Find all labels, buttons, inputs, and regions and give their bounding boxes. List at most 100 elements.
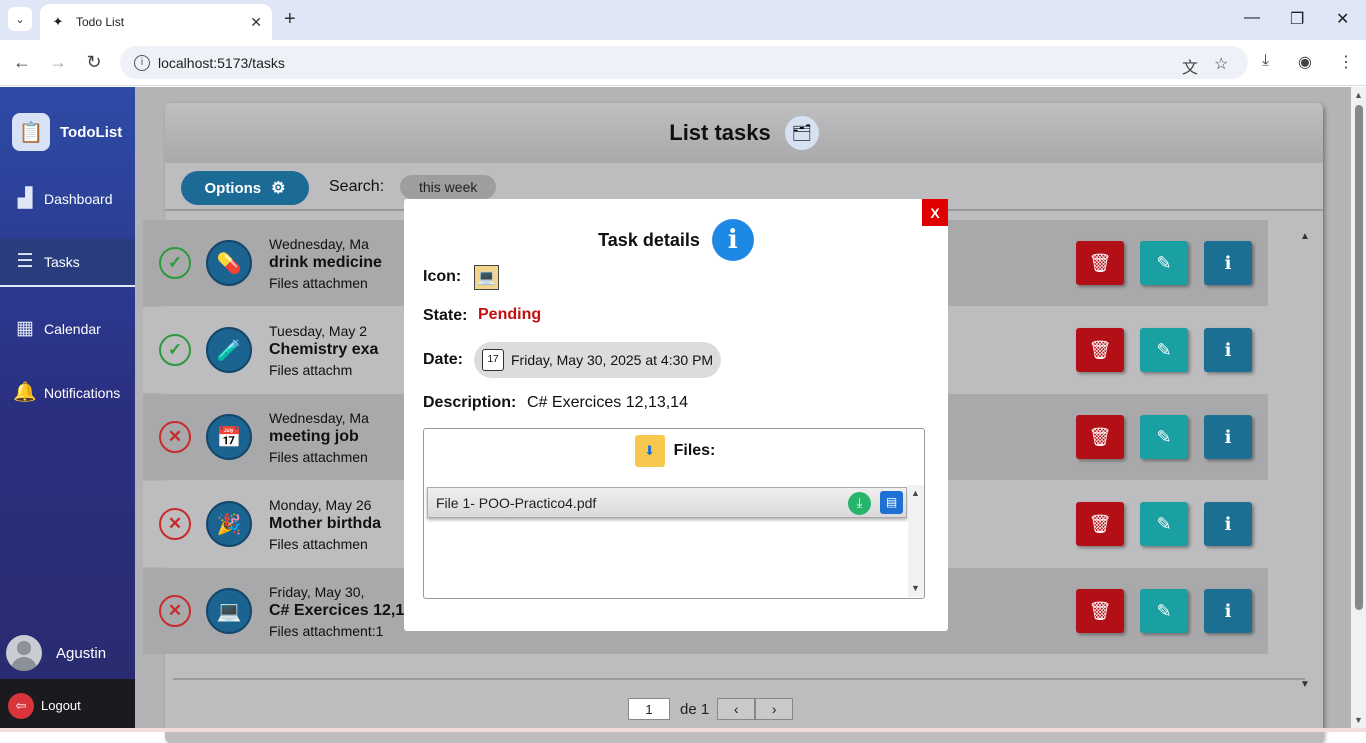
task-title: Mother birthda bbox=[269, 515, 381, 532]
reload-icon[interactable]: ↻ bbox=[82, 52, 106, 73]
description-value: C# Exercices 12,13,14 bbox=[527, 394, 688, 411]
sidebar-item-calendar[interactable]: ▦ Calendar bbox=[0, 305, 135, 353]
files-scroll-up-icon[interactable]: ▲ bbox=[911, 488, 920, 498]
info-button[interactable]: ℹ bbox=[1204, 328, 1252, 372]
back-arrow-icon[interactable]: ← bbox=[10, 52, 34, 73]
info-button[interactable]: ℹ bbox=[1204, 241, 1252, 285]
user-profile[interactable]: Agustin bbox=[6, 635, 106, 671]
tab-title: Todo List bbox=[76, 15, 125, 29]
menu-dots-icon[interactable]: ⋮ bbox=[1338, 52, 1354, 72]
edit-button[interactable]: ✎ bbox=[1140, 502, 1188, 546]
edit-button[interactable]: ✎ bbox=[1140, 415, 1188, 459]
logout-button[interactable]: ⇦ Logout bbox=[0, 679, 135, 732]
trash-icon: 🗑 bbox=[1088, 339, 1112, 360]
bar-chart-icon: ▟ bbox=[17, 188, 33, 209]
scroll-thumb[interactable] bbox=[1355, 105, 1363, 610]
task-title: Chemistry exa bbox=[269, 341, 379, 358]
task-details-modal: X Task details i Icon: 💻 State: Pending … bbox=[404, 199, 948, 631]
edit-icon: ✎ bbox=[1156, 600, 1172, 621]
page-input[interactable]: 1 bbox=[628, 698, 670, 720]
delete-button[interactable]: 🗑 bbox=[1076, 415, 1124, 459]
info-icon: ℹ bbox=[1224, 600, 1232, 621]
address-bar-row: ← → ↻ i localhost:5173/tasks 文 ☆ ⤓ ◉ ⋮ bbox=[0, 40, 1366, 86]
page-scrollbar[interactable]: ▲ ▼ bbox=[1351, 87, 1366, 732]
next-page-chevron-icon[interactable]: › bbox=[755, 698, 794, 720]
bookmark-star-icon[interactable]: ☆ bbox=[1214, 54, 1228, 74]
task-files: Files attachmen bbox=[269, 536, 368, 552]
info-button[interactable]: ℹ bbox=[1204, 415, 1252, 459]
task-files: Files attachmen bbox=[269, 275, 368, 291]
options-button[interactable]: Options ⚙ bbox=[181, 171, 309, 205]
download-icon[interactable]: ⤓ bbox=[1262, 52, 1269, 70]
search-filter-chip[interactable]: this week bbox=[400, 175, 497, 199]
sidebar-item-dashboard[interactable]: ▟ Dashboard bbox=[0, 175, 135, 223]
tab-search-chevron-icon[interactable]: ⌄ bbox=[8, 7, 32, 31]
divider bbox=[173, 678, 1305, 680]
task-list-icon: 🗂 bbox=[784, 116, 819, 150]
coder-icon: 💻 bbox=[474, 265, 499, 290]
delete-button[interactable]: 🗑 bbox=[1076, 328, 1124, 372]
prev-page-chevron-icon[interactable]: ‹ bbox=[717, 698, 756, 720]
info-circle-icon: i bbox=[711, 219, 754, 261]
restore-icon[interactable]: ❐ bbox=[1290, 9, 1304, 29]
download-file-icon[interactable]: ⤓ bbox=[848, 492, 871, 515]
info-button[interactable]: ℹ bbox=[1204, 589, 1252, 633]
calendar-icon: 17 bbox=[482, 349, 504, 371]
delete-button[interactable]: 🗑 bbox=[1076, 589, 1124, 633]
check-icon[interactable]: ✓ bbox=[159, 334, 191, 366]
date-badge: 17 Friday, May 30, 2025 at 4:30 PM bbox=[474, 342, 722, 378]
info-button[interactable]: ℹ bbox=[1204, 502, 1252, 546]
open-file-icon[interactable]: ▤ bbox=[880, 491, 903, 514]
task-title: drink medicine bbox=[269, 254, 382, 271]
task-date: Monday, May 26 bbox=[269, 497, 372, 513]
minimize-icon[interactable]: — bbox=[1244, 9, 1260, 27]
site-info-icon[interactable]: i bbox=[134, 54, 150, 71]
list-scroll-up-icon[interactable]: ▲ bbox=[1300, 231, 1310, 242]
avatar bbox=[6, 635, 42, 671]
brand[interactable]: 📋 TodoList bbox=[12, 113, 122, 151]
taskbar-strip bbox=[0, 728, 1366, 732]
sidebar-item-tasks[interactable]: ☰ Tasks bbox=[0, 239, 135, 287]
sidebar-item-label: Dashboard bbox=[44, 191, 113, 207]
translate-icon[interactable]: 文 bbox=[1182, 54, 1198, 78]
profile-icon[interactable]: ◉ bbox=[1298, 52, 1312, 72]
edit-button[interactable]: ✎ bbox=[1140, 328, 1188, 372]
todolist-logo-icon: 📋 bbox=[12, 113, 50, 151]
modal-header: Task details i bbox=[404, 219, 948, 261]
new-tab-button[interactable]: + bbox=[284, 8, 296, 31]
delete-button[interactable]: 🗑 bbox=[1076, 241, 1124, 285]
window-close-icon[interactable]: ✕ bbox=[1336, 9, 1349, 29]
logout-label: Logout bbox=[41, 698, 81, 713]
edit-button[interactable]: ✎ bbox=[1140, 589, 1188, 633]
edit-icon: ✎ bbox=[1156, 339, 1172, 360]
options-label: Options bbox=[204, 179, 262, 197]
party-popper-icon: 🎉 bbox=[206, 501, 252, 547]
info-icon: ℹ bbox=[1224, 513, 1232, 534]
delete-button[interactable]: 🗑 bbox=[1076, 502, 1124, 546]
x-circle-icon[interactable]: ✕ bbox=[159, 508, 191, 540]
info-icon: ℹ bbox=[1224, 252, 1232, 273]
icon-label: Icon: bbox=[423, 268, 462, 285]
scroll-down-icon[interactable]: ▼ bbox=[1354, 715, 1363, 725]
files-box: ⬇ Files: File 1- POO-Practico4.pdf ⤓ ▤ ▲… bbox=[423, 428, 925, 599]
check-icon[interactable]: ✓ bbox=[159, 247, 191, 279]
x-circle-icon[interactable]: ✕ bbox=[159, 595, 191, 627]
task-date: Wednesday, Ma bbox=[269, 236, 369, 252]
browser-tab[interactable]: ✦ Todo List ✕ bbox=[40, 4, 272, 40]
edit-button[interactable]: ✎ bbox=[1140, 241, 1188, 285]
scroll-up-icon[interactable]: ▲ bbox=[1354, 90, 1363, 100]
page-count: de 1 bbox=[680, 700, 710, 718]
x-circle-icon[interactable]: ✕ bbox=[159, 421, 191, 453]
sidebar-item-notifications[interactable]: 🔔 Notifications bbox=[0, 369, 135, 417]
state-value: Pending bbox=[478, 306, 542, 323]
user-name: Agustin bbox=[56, 644, 107, 662]
files-scroll-down-icon[interactable]: ▼ bbox=[911, 583, 920, 593]
sidebar-item-label: Tasks bbox=[44, 254, 80, 270]
files-scrollbar[interactable]: ▲ ▼ bbox=[908, 485, 924, 597]
url-field[interactable]: i localhost:5173/tasks 文 ☆ bbox=[120, 46, 1248, 79]
forward-arrow-icon[interactable]: → bbox=[46, 52, 70, 73]
list-scroll-down-icon[interactable]: ▼ bbox=[1300, 679, 1310, 690]
file-item[interactable]: File 1- POO-Practico4.pdf ⤓ ▤ bbox=[427, 487, 907, 518]
logout-icon: ⇦ bbox=[8, 692, 34, 719]
tab-close-icon[interactable]: ✕ bbox=[250, 14, 262, 31]
